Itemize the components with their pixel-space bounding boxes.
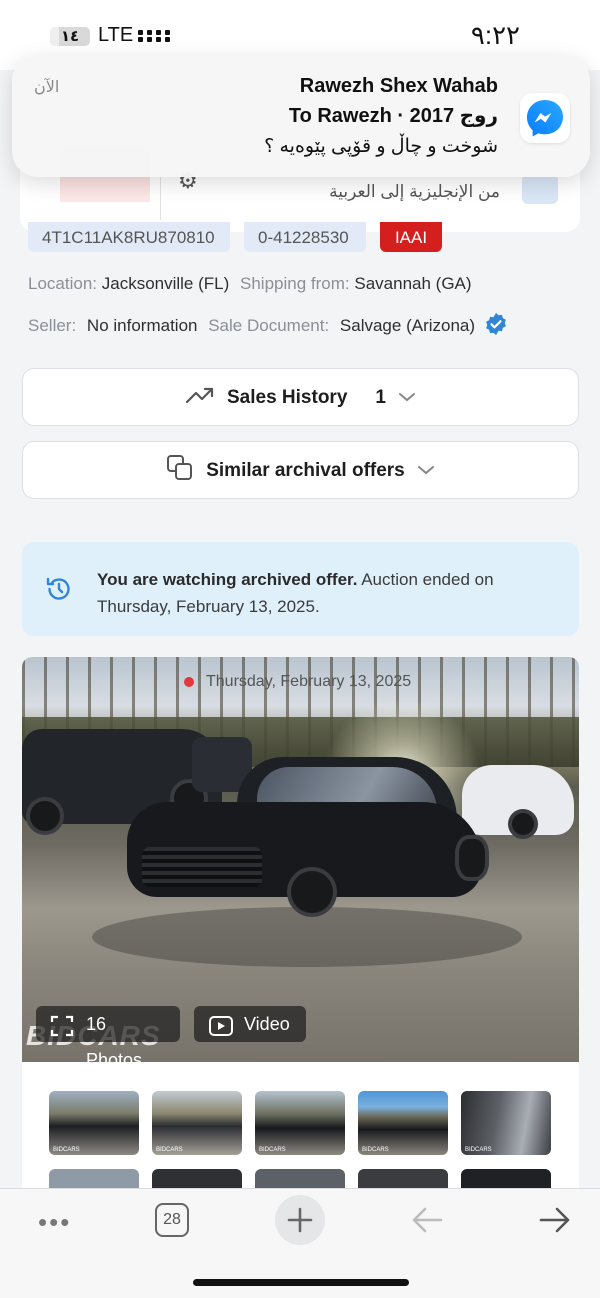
more-menu-icon[interactable]: ••• [38,1207,71,1238]
trending-up-icon [185,385,215,411]
sales-history-accordion[interactable]: Sales History 1 [22,368,579,426]
location-value: Jacksonville (FL) [101,274,230,293]
history-icon [44,574,74,609]
photo-thumbnail[interactable]: BIDCARS [461,1091,551,1155]
archived-offer-notice: You are watching archived offer. Auction… [22,542,579,636]
sales-history-label: Sales History [227,387,348,408]
seller-row: Seller: No information Sale Document: Sa… [28,312,508,336]
notification-banner[interactable]: الآن Rawezh Shex Wahab To Rawezh · 2017 … [12,55,590,177]
forward-arrow-icon[interactable] [538,1205,572,1240]
photos-count-label: 16 Photos [86,1014,143,1062]
photo-thumbnail[interactable]: BIDCARS [152,1091,242,1155]
thumbnail-watermark: BIDCARS [156,1147,183,1153]
photo-date: Thursday, February 13, 2025 [182,667,427,697]
lot-number-tag[interactable]: 0-41228530 [244,222,366,252]
translate-icon[interactable] [522,174,558,204]
fullscreen-icon [50,1013,74,1049]
plus-icon [287,1207,313,1233]
video-button[interactable]: Video [194,1006,306,1042]
similar-offers-label: Similar archival offers [206,460,405,481]
archived-offer-text: You are watching archived offer. Auction… [97,570,494,616]
home-indicator[interactable] [193,1279,409,1286]
translate-language-text: من الإنجليزية إلى العربية [329,182,500,201]
sale-document-value: Salvage (Arizona) [339,316,476,335]
network-type: LTE [98,24,134,46]
notification-time: الآن [34,79,60,96]
notification-message: شوخت و چاڵ و قۆپی پێوەیە ؟ [264,136,498,157]
thumbnail-watermark: BIDCARS [362,1147,389,1153]
signal-icon [138,27,170,47]
copy-icon [166,454,194,488]
notification-thread: To Rawezh · 2017 روج [288,105,498,127]
photo-thumbnail[interactable]: BIDCARS [49,1091,139,1155]
similar-offers-accordion[interactable]: Similar archival offers [22,441,579,499]
clock: ٩:٢٢ [470,20,520,50]
vin-tag[interactable]: 4T1C11AK8RU870810 [28,222,230,252]
main-vehicle-photo[interactable]: Thursday, February 13, 2025 BIDCARS 16 P… [22,657,579,1062]
back-arrow-icon[interactable] [410,1205,444,1240]
chevron-down-icon [417,460,435,482]
location-row: Location: Jacksonville (FL) Shipping fro… [28,274,472,294]
gallery-card: Thursday, February 13, 2025 BIDCARS 16 P… [22,657,579,1197]
messenger-icon [520,93,570,143]
shipping-label: Shipping from: [240,274,350,293]
shipping-value: Savannah (GA) [354,274,472,293]
battery-indicator: ١٤ [50,27,90,46]
tabs-button[interactable]: 28 [155,1203,189,1237]
seller-label: Seller: [28,316,77,335]
chevron-down-icon [398,387,416,409]
photo-thumbnail[interactable]: BIDCARS [255,1091,345,1155]
thumbnail-watermark: BIDCARS [259,1147,286,1153]
video-icon [208,1013,234,1049]
verified-badge-icon [484,312,508,336]
auction-source-badge: IAAI [380,222,442,252]
location-label: Location: [28,274,97,293]
new-tab-button[interactable] [275,1195,325,1245]
thumbnail-watermark: BIDCARS [465,1147,492,1153]
photos-button[interactable]: 16 Photos [36,1006,180,1062]
seller-value: No information [86,316,198,335]
notification-sender: Rawezh Shex Wahab [299,75,498,97]
sales-history-count: 1 [375,387,386,408]
thumbnail-watermark: BIDCARS [53,1147,80,1153]
video-label: Video [244,1014,290,1034]
sale-document-label: Sale Document: [208,316,330,335]
photo-thumbnail[interactable]: BIDCARS [358,1091,448,1155]
